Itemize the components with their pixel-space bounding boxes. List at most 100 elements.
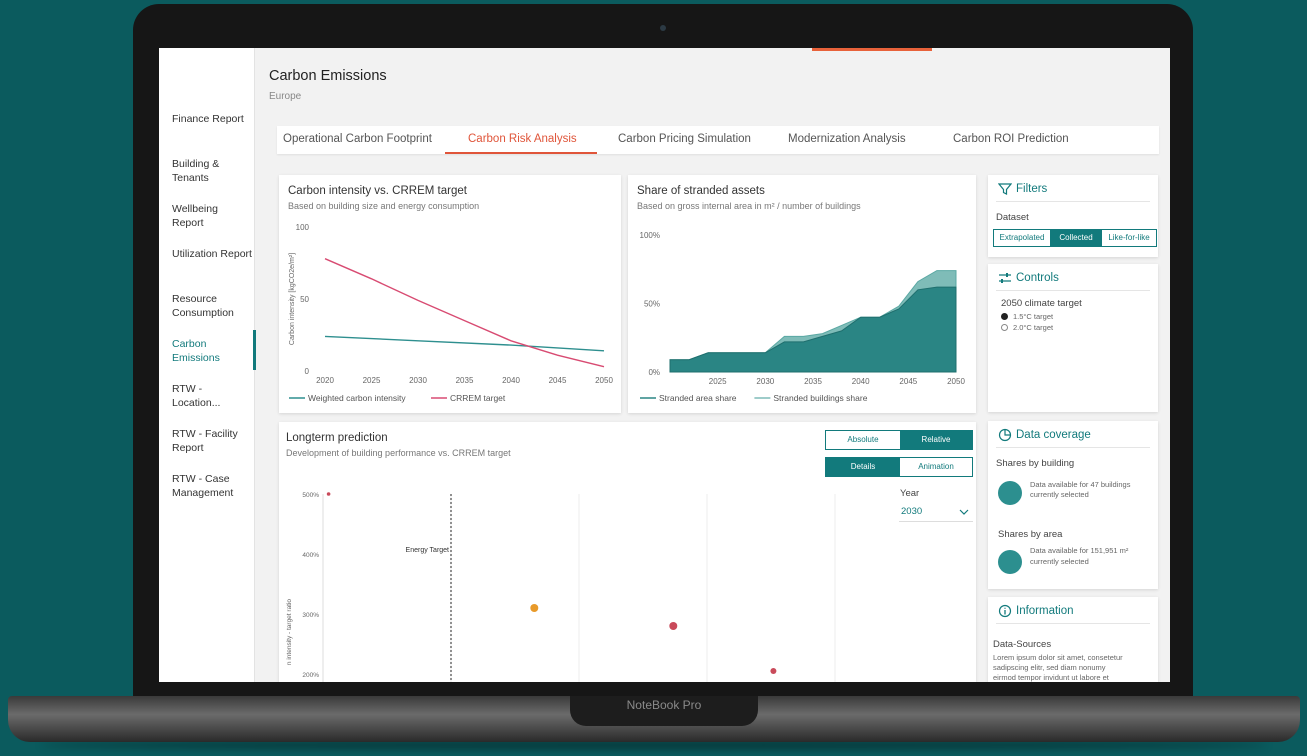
divider <box>996 201 1150 202</box>
x-tick-label: 2030 <box>756 377 774 386</box>
y-tick-label: 50% <box>644 300 660 309</box>
stranded-assets-chart: 100% 50% 0% 2025 2030 2035 2040 2045 2050 Strande… <box>640 231 966 403</box>
sidebar-item-finance-report[interactable]: Finance Report <box>172 112 252 126</box>
tab-carbon-roi-prediction[interactable]: Carbon ROI Prediction <box>953 133 1069 145</box>
sidebar-item-utilization-report[interactable]: Utilization Report <box>172 247 252 261</box>
x-tick-label: 2045 <box>549 376 567 385</box>
divider <box>996 623 1150 624</box>
data-point <box>770 668 777 674</box>
sidebar-item-resource-consumption[interactable]: Resource Consumption <box>172 292 252 320</box>
coverage-building-line1: Data available for 47 buildings <box>1030 480 1131 489</box>
x-tick-label: 2035 <box>804 377 822 386</box>
longterm-prediction-chart: 500% 400% 300% 200% n intensity - target rat… <box>286 492 836 682</box>
y-axis-label: Carbon intensity [kgCO2e/m²] <box>289 253 296 345</box>
legend-label: Stranded area share <box>659 393 737 403</box>
shares-by-area-label: Shares by area <box>998 529 1063 540</box>
y-tick-label: 300% <box>302 612 319 619</box>
filters-title: Filters <box>1016 183 1048 195</box>
y-tick-label: 100% <box>640 231 660 240</box>
y-tick-label: 50 <box>300 295 309 304</box>
x-tick-label: 2035 <box>456 376 474 385</box>
x-tick-label: 2020 <box>316 376 334 385</box>
x-tick-label: 2040 <box>852 377 870 386</box>
data-point <box>530 604 539 612</box>
series-line <box>324 258 605 368</box>
y-axis-label: n intensity - target ratio <box>286 599 293 665</box>
divider <box>996 447 1150 448</box>
coverage-area-line2: currently selected <box>1030 557 1089 566</box>
dataset-option-like-for-like[interactable]: Like-for-like <box>1102 230 1156 246</box>
divider <box>996 290 1150 291</box>
data-coverage-title: Data coverage <box>1016 429 1091 441</box>
energy-target-label: Energy Target <box>406 547 450 554</box>
tab-bar: Operational Carbon Footprint Carbon Risk… <box>277 126 1159 154</box>
sliders-icon <box>999 273 1011 283</box>
sidebar-active-indicator <box>253 330 256 370</box>
shares-by-building-label: Shares by building <box>996 458 1075 469</box>
info-icon <box>998 604 1012 618</box>
coverage-area-indicator <box>998 550 1022 574</box>
sidebar-item-carbon-emissions[interactable]: Carbon Emissions <box>172 337 252 365</box>
dataset-option-extrapolated[interactable]: Extrapolated <box>994 230 1050 246</box>
y-tick-label: 0 <box>305 367 310 376</box>
active-tab-underline <box>445 152 597 154</box>
y-tick-label: 0% <box>648 368 660 377</box>
sidebar-item-wellbeing-report[interactable]: Wellbeing Report <box>172 202 252 230</box>
controls-title: Controls <box>1016 272 1059 284</box>
device-label: NoteBook Pro <box>626 698 702 712</box>
y-tick-label: 100 <box>296 223 310 232</box>
series-area <box>669 286 957 373</box>
top-accent-bar <box>812 48 932 51</box>
coverage-area-line1: Data available for 151,951 m² <box>1030 546 1129 555</box>
filter-icon <box>998 183 1012 195</box>
controls-card: Controls 2050 climate target 1.5°C targe… <box>988 264 1158 412</box>
webcam-icon <box>660 25 666 31</box>
sidebar: Finance Report Building & Tenants Wellbe… <box>159 48 256 682</box>
information-body-line3: eirmod tempor invidunt ut labore et <box>993 673 1109 682</box>
filters-card: Filters Dataset Extrapolated Collected L… <box>988 175 1158 257</box>
climate-target-label: 2050 climate target <box>1001 298 1082 309</box>
information-body-line2: sadipscing elitr, sed diam nonumy <box>993 663 1106 672</box>
tab-operational-carbon-footprint[interactable]: Operational Carbon Footprint <box>283 133 432 145</box>
y-tick-label: 400% <box>302 552 319 559</box>
x-tick-label: 2025 <box>363 376 381 385</box>
data-point <box>669 622 678 630</box>
radio-2-0c[interactable] <box>1001 324 1008 331</box>
tab-modernization-analysis[interactable]: Modernization Analysis <box>788 133 906 145</box>
x-tick-label: 2040 <box>502 376 520 385</box>
dataset-toggle: Extrapolated Collected Like-for-like <box>993 229 1157 247</box>
sidebar-item-building-tenants[interactable]: Building & Tenants <box>172 157 252 185</box>
longterm-prediction-card: Longterm prediction Development of build… <box>279 422 976 682</box>
dataset-label: Dataset <box>996 212 1029 223</box>
x-tick-label: 2030 <box>409 376 427 385</box>
coverage-building-line2: currently selected <box>1030 490 1089 499</box>
tab-carbon-pricing-simulation[interactable]: Carbon Pricing Simulation <box>618 133 751 145</box>
information-body-line1: Lorem ipsum dolor sit amet, consetetur <box>993 653 1123 662</box>
sidebar-item-rtw-location[interactable]: RTW - Location... <box>172 382 252 410</box>
dataset-option-collected[interactable]: Collected <box>1050 230 1102 246</box>
sidebar-item-rtw-case-management[interactable]: RTW - Case Management <box>172 472 252 500</box>
x-tick-label: 2045 <box>899 377 917 386</box>
x-tick-label: 2050 <box>947 377 965 386</box>
radio-2-0c-label: 2.0°C target <box>1013 323 1054 332</box>
data-coverage-card: Data coverage Shares by building Data av… <box>988 421 1158 589</box>
app-screen: Finance Report Building & Tenants Wellbe… <box>159 48 1170 682</box>
data-point <box>326 492 331 496</box>
radio-1-5c-label: 1.5°C target <box>1013 312 1054 321</box>
y-tick-label: 500% <box>302 492 319 499</box>
page-subtitle: Europe <box>269 91 302 102</box>
coverage-building-indicator <box>998 481 1022 505</box>
information-card: Information Data-Sources Lorem ipsum dol… <box>988 597 1158 682</box>
legend-label: CRREM target <box>450 393 506 403</box>
radio-1-5c[interactable] <box>1001 313 1008 320</box>
legend-label: Stranded buildings share <box>773 393 867 403</box>
data-sources-label: Data-Sources <box>993 639 1052 650</box>
stranded-assets-card: Share of stranded assets Based on gross … <box>628 175 976 413</box>
page-title: Carbon Emissions <box>269 68 387 84</box>
series-line <box>324 335 605 352</box>
x-tick-label: 2025 <box>709 377 727 386</box>
information-title: Information <box>1016 605 1074 617</box>
tab-carbon-risk-analysis[interactable]: Carbon Risk Analysis <box>468 133 577 145</box>
carbon-intensity-card: Carbon intensity vs. CRREM target Based … <box>279 175 621 413</box>
sidebar-item-rtw-facility-report[interactable]: RTW - Facility Report <box>172 427 252 455</box>
